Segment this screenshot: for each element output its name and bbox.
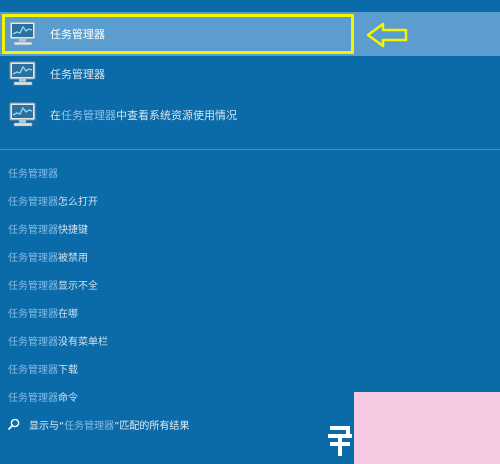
highlight-box [2,14,354,54]
left-arrow-icon [366,22,408,48]
app-result-resource-usage[interactable]: 在任务管理器中查看系统资源使用情况 [0,95,500,135]
show-all-results-link[interactable]: 显示与“任务管理器”匹配的所有结果 [8,416,189,432]
suggestion-match: 任务管理器 [8,169,58,180]
task-manager-icon [9,102,36,127]
suggestion-match: 任务管理器 [8,365,58,376]
suggestion-rest: 下载 [58,365,78,376]
suggestion-item[interactable]: 任务管理器在哪 [8,305,78,320]
suggestion-match: 任务管理器 [8,197,58,208]
task-manager-icon [9,61,36,86]
suggestion-match: 任务管理器 [8,253,58,264]
suggestion-item[interactable]: 任务管理器怎么打开 [8,193,98,208]
show-all-results-label: 显示与“任务管理器”匹配的所有结果 [29,417,189,432]
suggestion-item[interactable]: 任务管理器没有菜单栏 [8,333,108,348]
suggestion-item[interactable]: 任务管理器快捷键 [8,221,88,236]
label-suffix: 中查看系统资源使用情况 [116,109,237,122]
suggestion-rest: 没有菜单栏 [58,337,108,348]
suggestion-item[interactable]: 任务管理器 [8,165,58,180]
app-result-label: 在任务管理器中查看系统资源使用情况 [50,107,237,123]
watermark-overlay [354,392,500,464]
label-match: 任务管理器 [61,109,116,122]
suggestion-item[interactable]: 任务管理器命令 [8,389,78,404]
suggestion-rest: 被禁用 [58,253,88,264]
label-prefix: 在 [50,109,61,122]
search-all-suffix: ”匹配的所有结果 [114,420,190,432]
suggestion-rest: 怎么打开 [58,197,98,208]
suggestion-rest: 快捷键 [58,225,88,236]
suggestion-item[interactable]: 任务管理器显示不全 [8,277,98,292]
suggestion-match: 任务管理器 [8,309,58,320]
suggestion-match: 任务管理器 [8,281,58,292]
search-all-match: 任务管理器 [64,420,115,432]
suggestion-rest: 命令 [58,393,78,404]
search-all-prefix: 显示与“ [29,420,65,432]
app-result-task-manager[interactable]: 任务管理器 [0,54,500,94]
suggestion-item[interactable]: 任务管理器下载 [8,361,78,376]
suggestion-rest: 在哪 [58,309,78,320]
suggestion-item[interactable]: 任务管理器被禁用 [8,249,88,264]
suggestion-match: 任务管理器 [8,225,58,236]
section-divider [0,149,500,150]
watermark-logo-glyph [328,426,352,456]
suggestion-match: 任务管理器 [8,393,58,404]
app-result-label: 任务管理器 [50,68,105,81]
suggestion-match: 任务管理器 [8,337,58,348]
search-icon [8,418,20,430]
suggestion-rest: 显示不全 [58,281,98,292]
